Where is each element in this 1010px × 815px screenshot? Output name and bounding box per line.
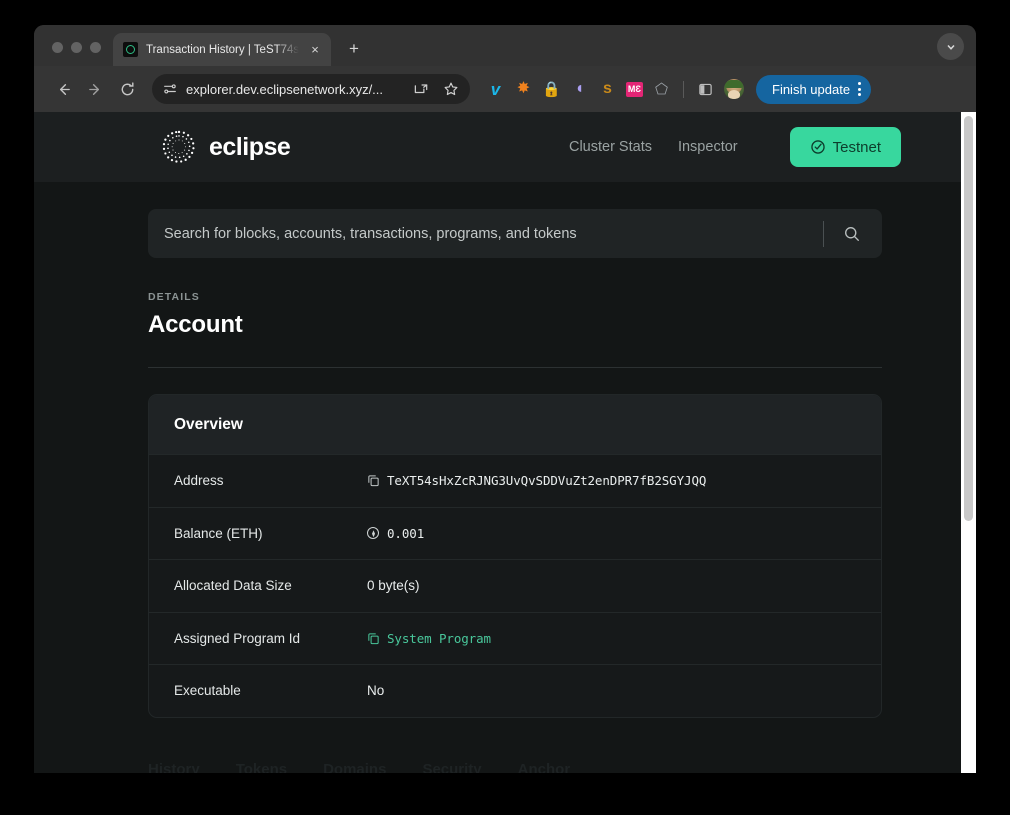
eclipse-dotted-ring-logo (160, 128, 198, 166)
lock-extension-icon[interactable]: 🔒 (542, 80, 561, 99)
search-icon[interactable] (836, 218, 868, 250)
allocated-data-size-value: 0 byte(s) (367, 578, 420, 593)
page-viewport: eclipse Cluster Stats Inspector Testnet (34, 112, 976, 773)
below-fold-tab[interactable]: Tokens (236, 761, 287, 773)
overview-card-title: Overview (174, 416, 243, 434)
search-divider (823, 221, 824, 247)
browser-window: Transaction History | TeST74s × + (34, 25, 976, 773)
page-title: Account (148, 311, 882, 339)
below-fold-tab[interactable]: History (148, 761, 200, 773)
eth-icon (367, 527, 379, 539)
main-content: Search for blocks, accounts, transaction… (34, 209, 961, 718)
search-bar[interactable]: Search for blocks, accounts, transaction… (148, 209, 882, 258)
title-divider (148, 367, 882, 368)
below-fold-tab[interactable]: Domains (323, 761, 386, 773)
row-value: No (367, 683, 856, 698)
page-scrollbar[interactable] (961, 112, 976, 773)
close-window-button[interactable] (52, 42, 63, 53)
nav-cluster-stats[interactable]: Cluster Stats (569, 139, 652, 155)
brand-name: eclipse (209, 133, 290, 162)
sunburst-extension-icon[interactable]: ✸ (514, 80, 533, 99)
star-icon[interactable] (438, 81, 464, 97)
overview-card: Overview Address TeXT54sH (148, 394, 882, 718)
row-address: Address TeXT54sHxZcRJNG3UvQvSDDVuZt2enDP… (149, 454, 881, 507)
kebab-menu-icon[interactable] (856, 82, 863, 96)
cluster-badge-label: Testnet (833, 139, 881, 156)
finish-update-button[interactable]: Finish update (756, 75, 871, 104)
row-label: Address (174, 473, 367, 488)
assigned-program-link[interactable]: System Program (387, 631, 491, 646)
copy-icon[interactable] (367, 474, 380, 487)
page-settings-icon[interactable] (162, 81, 178, 97)
row-value: 0 byte(s) (367, 578, 856, 593)
me-extension-icon[interactable]: MƐ (626, 82, 643, 97)
address-bar[interactable]: explorer.dev.eclipsenetwork.xyz/... (152, 74, 470, 104)
forward-icon[interactable] (80, 74, 110, 104)
toolbar-divider (683, 81, 684, 98)
tab-title: Transaction History | TeST74s (146, 44, 299, 56)
row-assigned-program-id: Assigned Program Id System Program (149, 612, 881, 665)
browser-tab-strip: Transaction History | TeST74s × + (34, 25, 976, 66)
puzzle-extension-icon[interactable]: ⬠ (652, 80, 671, 99)
browser-tab-active[interactable]: Transaction History | TeST74s × (113, 33, 331, 66)
tabstrip-right-controls (937, 33, 976, 66)
row-balance: Balance (ETH) 0.001 (149, 507, 881, 560)
search-input[interactable]: Search for blocks, accounts, transaction… (164, 226, 823, 242)
chevron-down-icon[interactable] (937, 33, 964, 60)
account-address[interactable]: TeXT54sHxZcRJNG3UvQvSDDVuZt2enDPR7fB2SGY… (387, 473, 706, 488)
site-nav: Cluster Stats Inspector Testnet (569, 127, 901, 167)
below-fold-tabs: History Tokens Domains Security Anchor (148, 761, 961, 773)
row-executable: Executable No (149, 664, 881, 717)
details-eyebrow: DETAILS (148, 291, 882, 303)
row-label: Executable (174, 683, 367, 698)
page-content: eclipse Cluster Stats Inspector Testnet (34, 112, 961, 773)
cluster-badge-testnet[interactable]: Testnet (790, 127, 901, 167)
snake-extension-icon[interactable]: ѕ (598, 80, 617, 99)
finish-update-label: Finish update (772, 82, 850, 97)
close-icon[interactable]: × (307, 42, 323, 58)
reload-icon[interactable] (112, 74, 142, 104)
check-circle-icon (810, 139, 826, 155)
row-value: TeXT54sHxZcRJNG3UvQvSDDVuZt2enDPR7fB2SGY… (367, 473, 856, 488)
brand-logo-link[interactable]: eclipse (160, 128, 290, 166)
window-traffic-lights (34, 42, 113, 66)
minimize-window-button[interactable] (71, 42, 82, 53)
site-header: eclipse Cluster Stats Inspector Testnet (34, 112, 961, 182)
row-value: System Program (367, 631, 856, 646)
row-label: Allocated Data Size (174, 578, 367, 593)
overview-card-header: Overview (149, 395, 881, 454)
url-text: explorer.dev.eclipsenetwork.xyz/... (186, 82, 405, 97)
eclipse-ring-icon (123, 42, 138, 57)
vimeo-extension-icon[interactable]: v (486, 80, 505, 99)
maximize-window-button[interactable] (90, 42, 101, 53)
cast-icon[interactable] (413, 81, 430, 98)
row-value: 0.001 (367, 526, 856, 541)
executable-value: No (367, 683, 384, 698)
ghost-extension-icon[interactable]: ◖ (570, 80, 589, 99)
below-fold-tab[interactable]: Security (422, 761, 481, 773)
copy-icon[interactable] (367, 632, 380, 645)
profile-avatar[interactable] (724, 79, 744, 99)
new-tab-button[interactable]: + (341, 36, 367, 62)
row-label: Balance (ETH) (174, 526, 367, 541)
row-label: Assigned Program Id (174, 631, 367, 646)
browser-toolbar: explorer.dev.eclipsenetwork.xyz/... v ✸ … (34, 66, 976, 112)
below-fold-tab[interactable]: Anchor (518, 761, 571, 773)
split-view-icon[interactable] (696, 80, 715, 99)
scrollbar-thumb[interactable] (964, 116, 973, 521)
back-icon[interactable] (48, 74, 78, 104)
extensions-strip: v ✸ 🔒 ◖ ѕ MƐ ⬠ (486, 79, 744, 99)
nav-inspector[interactable]: Inspector (678, 139, 738, 155)
row-allocated-data-size: Allocated Data Size 0 byte(s) (149, 559, 881, 612)
balance-value: 0.001 (387, 526, 424, 541)
